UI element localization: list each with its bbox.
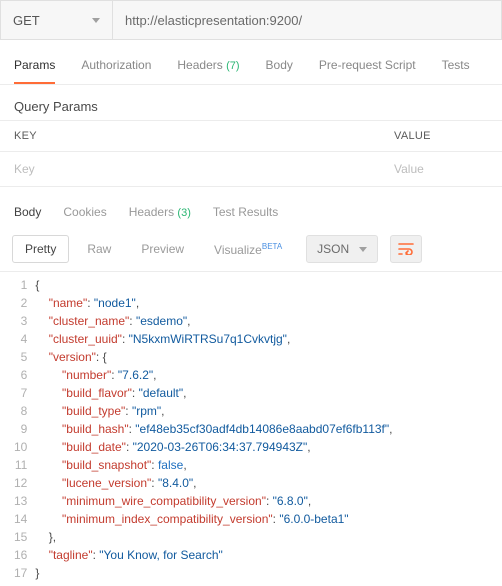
kv-key-input[interactable]: Key <box>0 152 380 186</box>
view-pretty[interactable]: Pretty <box>12 235 69 263</box>
chevron-down-icon <box>92 18 100 23</box>
headers-count-badge: (7) <box>226 60 239 72</box>
rtab-body[interactable]: Body <box>14 205 41 219</box>
kv-value-input[interactable]: Value <box>380 152 502 186</box>
rtab-test-results[interactable]: Test Results <box>213 205 278 219</box>
beta-badge: BETA <box>262 242 282 251</box>
wrap-icon <box>398 243 414 255</box>
response-body: 1234567891011121314151617 { "name": "nod… <box>0 271 502 586</box>
rtab-headers[interactable]: Headers (3) <box>129 205 191 219</box>
wrap-lines-button[interactable] <box>390 235 422 263</box>
query-params-title: Query Params <box>0 85 502 120</box>
http-method-select[interactable]: GET <box>1 1 113 39</box>
url-input[interactable]: http://elasticpresentation:9200/ <box>113 1 501 39</box>
request-bar: GET http://elasticpresentation:9200/ <box>0 0 502 40</box>
kv-value-header: VALUE <box>380 121 502 151</box>
tab-authorization[interactable]: Authorization <box>81 58 151 84</box>
view-preview[interactable]: Preview <box>129 236 196 262</box>
code-source[interactable]: { "name": "node1", "cluster_name": "esde… <box>35 272 502 586</box>
tab-tests[interactable]: Tests <box>442 58 470 84</box>
http-method-value: GET <box>13 13 40 28</box>
kv-header: KEY VALUE <box>0 120 502 152</box>
format-select[interactable]: JSON <box>306 235 378 263</box>
tab-body[interactable]: Body <box>266 58 293 84</box>
kv-key-header: KEY <box>0 121 380 151</box>
response-headers-count-badge: (3) <box>177 207 190 219</box>
tab-params[interactable]: Params <box>14 58 55 84</box>
response-tabs: Body Cookies Headers (3) Test Results <box>0 187 502 229</box>
chevron-down-icon <box>359 247 367 252</box>
kv-row: Key Value <box>0 152 502 187</box>
view-visualize[interactable]: VisualizeBETA <box>202 236 294 263</box>
view-raw[interactable]: Raw <box>75 236 123 262</box>
view-toolbar: Pretty Raw Preview VisualizeBETA JSON <box>0 229 502 271</box>
tab-prerequest[interactable]: Pre-request Script <box>319 58 416 84</box>
rtab-cookies[interactable]: Cookies <box>63 205 106 219</box>
tab-headers[interactable]: Headers (7) <box>177 58 239 84</box>
request-tabs: Params Authorization Headers (7) Body Pr… <box>0 40 502 85</box>
line-gutter: 1234567891011121314151617 <box>0 272 35 586</box>
